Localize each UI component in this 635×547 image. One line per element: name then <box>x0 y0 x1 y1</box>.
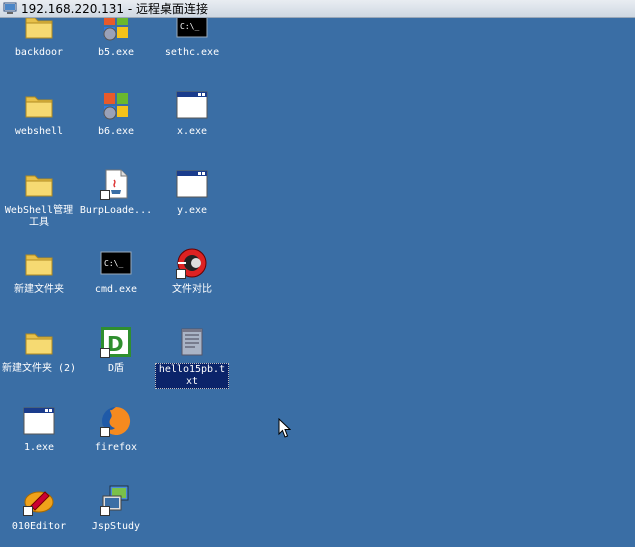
icon-label: hello15pb.txt <box>155 363 229 389</box>
shortcut-arrow-icon <box>176 269 186 279</box>
desktop-icon-y[interactable]: y.exe <box>153 168 231 217</box>
icon-label: JspStudy <box>91 521 141 532</box>
windows-app-icon <box>103 93 128 120</box>
svg-text:C:\_: C:\_ <box>104 259 123 268</box>
text-file-icon <box>181 328 203 356</box>
desktop-icon-backdoor[interactable]: backdoor <box>0 18 78 59</box>
desktop-icon-new-folder-2[interactable]: 新建文件夹 (2) <box>0 326 78 375</box>
folder-icon <box>25 18 53 39</box>
shortcut-arrow-icon <box>23 506 33 516</box>
icon-label: backdoor <box>14 47 64 58</box>
desktop-icon-x[interactable]: x.exe <box>153 89 231 138</box>
shortcut-arrow-icon <box>100 190 110 200</box>
folder-icon <box>25 96 53 118</box>
desktop-icon-b6[interactable]: b6.exe <box>77 89 155 138</box>
title-bar: 192.168.220.131 - 远程桌面连接 <box>0 0 635 18</box>
desktop: backdoor b5.exe C:\_ sethc.exe webshell … <box>0 18 635 547</box>
desktop-icon-b5[interactable]: b5.exe <box>77 18 155 59</box>
desktop-icon-1exe[interactable]: 1.exe <box>0 405 78 454</box>
cmd-icon: C:\_ <box>176 18 208 38</box>
folder-icon <box>25 333 53 355</box>
icon-label: b5.exe <box>97 47 135 58</box>
icon-label: 新建文件夹 (2) <box>1 363 77 374</box>
icon-label: 文件对比 <box>172 284 212 295</box>
icon-label: cmd.exe <box>94 284 138 295</box>
window-icon <box>176 91 208 119</box>
desktop-icon-burploader[interactable]: BurpLoade... <box>77 168 155 217</box>
desktop-icon-jspstudy[interactable]: JspStudy <box>77 484 155 533</box>
window-icon <box>176 170 208 198</box>
desktop-icon-d-shield[interactable]: D D盾 <box>77 326 155 375</box>
desktop-icon-firefox[interactable]: firefox <box>77 405 155 454</box>
svg-text:C:\_: C:\_ <box>180 22 199 31</box>
icon-label: 新建文件夹 <box>14 284 64 295</box>
window-icon <box>23 407 55 435</box>
icon-label: D盾 <box>107 363 125 374</box>
desktop-icon-webshell-tools[interactable]: WebShell管理工具 <box>0 168 78 229</box>
icon-label: firefox <box>94 442 138 453</box>
desktop-icon-hello15pb[interactable]: hello15pb.txt <box>153 326 231 389</box>
remote-desktop-icon <box>3 2 17 14</box>
mouse-cursor-icon <box>278 418 291 438</box>
desktop-icon-new-folder[interactable]: 新建文件夹 <box>0 247 78 296</box>
desktop-icon-cmd[interactable]: C:\_ cmd.exe <box>77 247 155 296</box>
desktop-icon-sethc[interactable]: C:\_ sethc.exe <box>153 18 231 59</box>
cmd-icon: C:\_ <box>100 251 132 275</box>
icon-label: BurpLoade... <box>79 205 153 216</box>
icon-label: 010Editor <box>11 521 67 532</box>
desktop-icon-file-compare[interactable]: 文件对比 <box>153 247 231 296</box>
desktop-icon-webshell[interactable]: webshell <box>0 89 78 138</box>
icon-label: sethc.exe <box>164 47 220 58</box>
icon-label: y.exe <box>176 205 208 216</box>
folder-icon <box>25 254 53 276</box>
desktop-icon-010editor[interactable]: 010Editor <box>0 484 78 533</box>
icon-label: x.exe <box>176 126 208 137</box>
icon-label: 1.exe <box>23 442 55 453</box>
window-title: 192.168.220.131 - 远程桌面连接 <box>21 2 209 16</box>
icon-label: b6.exe <box>97 126 135 137</box>
shortcut-arrow-icon <box>100 427 110 437</box>
icon-label: WebShell管理工具 <box>4 205 74 228</box>
shortcut-arrow-icon <box>100 506 110 516</box>
windows-app-icon <box>103 18 128 41</box>
icon-label: webshell <box>14 126 64 137</box>
folder-icon <box>25 175 53 197</box>
shortcut-arrow-icon <box>100 348 110 358</box>
